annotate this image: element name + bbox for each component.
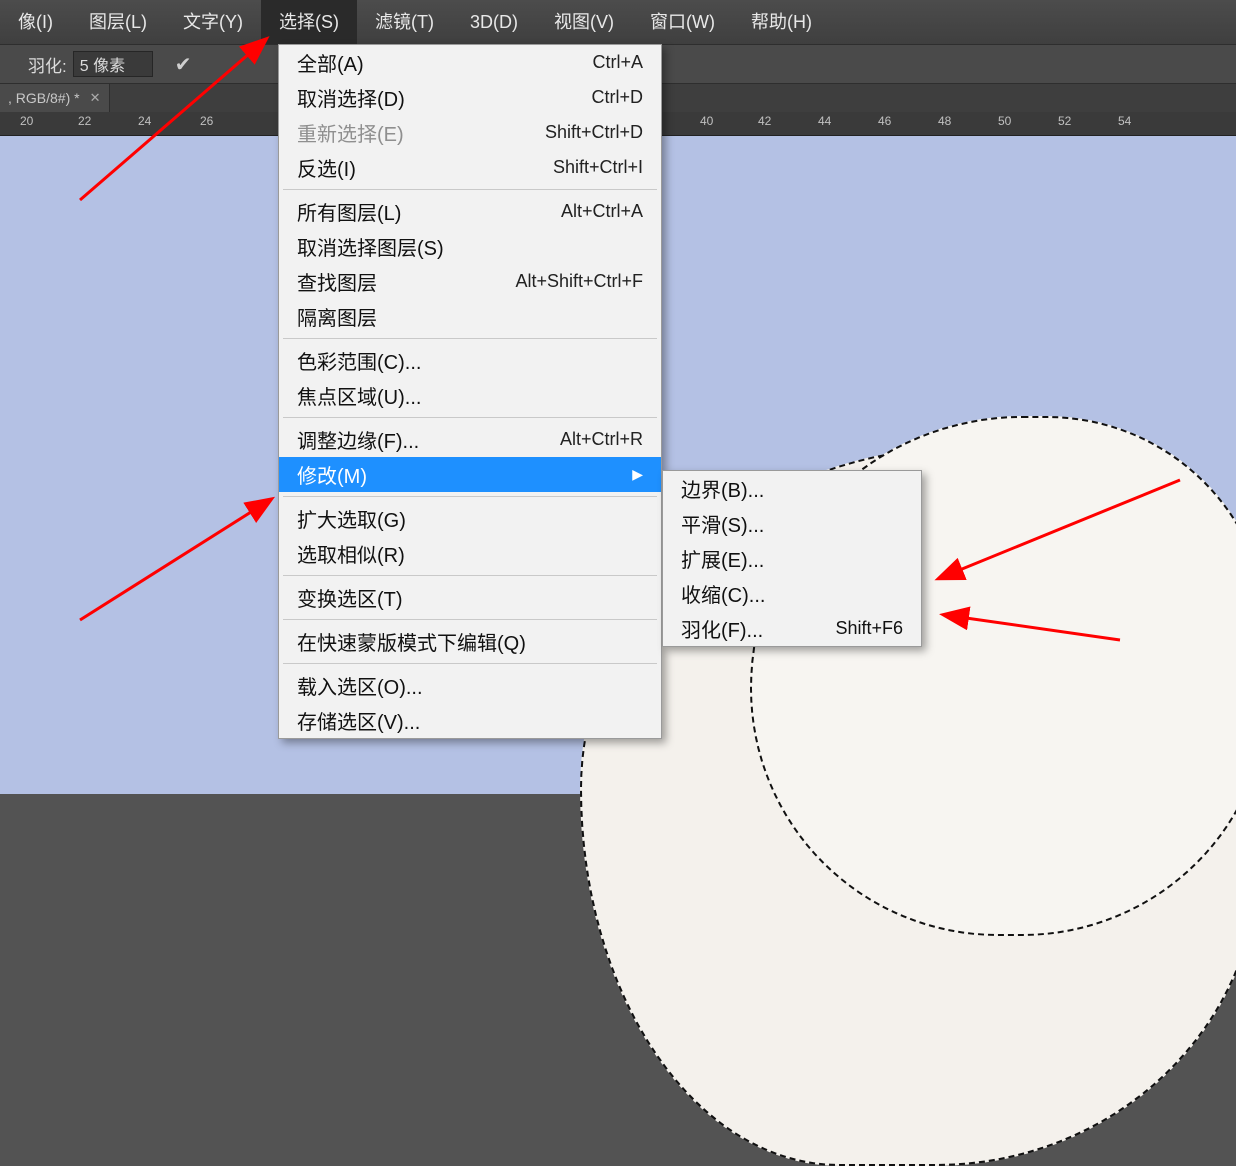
tab-title: , RGB/8#) * (8, 84, 80, 112)
menu-item[interactable]: 帮助(H) (733, 0, 830, 44)
menu-row[interactable]: 存储选区(V)... (279, 703, 661, 738)
submenu-row[interactable]: 平滑(S)... (663, 506, 921, 541)
submenu-row-label: 边界(B)... (681, 474, 764, 503)
submenu-arrow-icon: ▶ (632, 466, 643, 483)
menu-row[interactable]: 取消选择(D) Ctrl+D (279, 80, 661, 115)
menu-row[interactable]: 载入选区(O)... (279, 668, 661, 703)
ruler-tick: 40 (700, 114, 713, 128)
menu-row-shortcut: Ctrl+D (591, 87, 643, 108)
submenu-row[interactable]: 边界(B)... (663, 471, 921, 506)
ruler-tick: 46 (878, 114, 891, 128)
menu-row-label: 变换选区(T) (297, 583, 403, 612)
menu-row[interactable]: 色彩范围(C)... (279, 343, 661, 378)
menu-row[interactable]: 扩大选取(G) (279, 501, 661, 536)
menu-row-label: 在快速蒙版模式下编辑(Q) (297, 627, 526, 656)
menu-row-shortcut: Ctrl+A (592, 52, 643, 73)
menu-row-label: 修改(M) (297, 460, 367, 489)
ruler-tick: 50 (998, 114, 1011, 128)
menu-item[interactable]: 选择(S) (261, 0, 357, 44)
menu-item[interactable]: 视图(V) (536, 0, 632, 44)
modify-submenu: 边界(B)... 平滑(S)... 扩展(E)... 收缩(C)... 羽化(F)...… (662, 470, 922, 647)
menu-item[interactable]: 图层(L) (71, 0, 165, 44)
menu-row-label: 取消选择(D) (297, 83, 405, 112)
ruler-tick: 22 (78, 114, 91, 128)
menu-row: 重新选择(E) Shift+Ctrl+D (279, 115, 661, 150)
menu-row[interactable]: 反选(I) Shift+Ctrl+I (279, 150, 661, 185)
menu-row-label: 隔离图层 (297, 302, 377, 331)
menu-row[interactable]: 全部(A) Ctrl+A (279, 45, 661, 80)
menu-row[interactable]: 修改(M) ▶ (279, 457, 661, 492)
menu-row-shortcut: Shift+Ctrl+I (553, 157, 643, 178)
menu-row[interactable]: 调整边缘(F)... Alt+Ctrl+R (279, 422, 661, 457)
ruler-tick: 44 (818, 114, 831, 128)
menu-row-shortcut: Shift+Ctrl+D (545, 122, 643, 143)
menu-item[interactable]: 文字(Y) (165, 0, 261, 44)
menu-row-label: 调整边缘(F)... (297, 425, 419, 454)
menu-row-label: 焦点区域(U)... (297, 381, 421, 410)
menu-row[interactable]: 取消选择图层(S) (279, 229, 661, 264)
ruler-tick: 52 (1058, 114, 1071, 128)
submenu-row-shortcut: Shift+F6 (835, 618, 903, 639)
menu-row-label: 取消选择图层(S) (297, 232, 444, 261)
ruler-tick: 42 (758, 114, 771, 128)
menu-row[interactable]: 焦点区域(U)... (279, 378, 661, 413)
feather-label: 羽化: (28, 52, 67, 77)
menu-row-label: 所有图层(L) (297, 197, 401, 226)
menu-row[interactable]: 查找图层 Alt+Shift+Ctrl+F (279, 264, 661, 299)
submenu-row-label: 收缩(C)... (681, 579, 765, 608)
menu-row[interactable]: 在快速蒙版模式下编辑(Q) (279, 624, 661, 659)
ruler-tick: 48 (938, 114, 951, 128)
menu-row[interactable]: 所有图层(L) Alt+Ctrl+A (279, 194, 661, 229)
ruler-tick: 54 (1118, 114, 1131, 128)
close-icon[interactable]: ✕ (90, 84, 101, 112)
ruler-tick: 26 (200, 114, 213, 128)
menu-row-label: 查找图层 (297, 267, 377, 296)
submenu-row-label: 扩展(E)... (681, 544, 764, 573)
check-icon[interactable]: ✔ (175, 52, 192, 77)
menu-row[interactable]: 隔离图层 (279, 299, 661, 334)
menu-row-label: 存储选区(V)... (297, 706, 420, 735)
menu-row-label: 载入选区(O)... (297, 671, 423, 700)
menu-row-label: 选取相似(R) (297, 539, 405, 568)
menu-row-shortcut: Alt+Ctrl+A (561, 201, 643, 222)
menu-row[interactable]: 变换选区(T) (279, 580, 661, 615)
menu-row[interactable]: 选取相似(R) (279, 536, 661, 571)
menu-row-label: 色彩范围(C)... (297, 346, 421, 375)
menubar: 像(I)图层(L)文字(Y)选择(S)滤镜(T)3D(D)视图(V)窗口(W)帮… (0, 0, 1236, 44)
menu-row-label: 重新选择(E) (297, 118, 404, 147)
ruler-tick: 20 (20, 114, 33, 128)
submenu-row[interactable]: 扩展(E)... (663, 541, 921, 576)
submenu-row[interactable]: 羽化(F)... Shift+F6 (663, 611, 921, 646)
menu-row-shortcut: Alt+Shift+Ctrl+F (515, 271, 643, 292)
submenu-row-label: 羽化(F)... (681, 614, 763, 643)
menu-item[interactable]: 窗口(W) (632, 0, 733, 44)
menu-row-shortcut: Alt+Ctrl+R (560, 429, 643, 450)
menu-row-label: 扩大选取(G) (297, 504, 406, 533)
feather-input[interactable] (73, 51, 153, 77)
menu-item[interactable]: 像(I) (0, 0, 71, 44)
menu-item[interactable]: 滤镜(T) (357, 0, 452, 44)
menu-row-label: 全部(A) (297, 48, 364, 77)
select-menu-dropdown: 全部(A) Ctrl+A 取消选择(D) Ctrl+D 重新选择(E) Shift+Ctr… (278, 44, 662, 739)
menu-row-label: 反选(I) (297, 153, 356, 182)
submenu-row[interactable]: 收缩(C)... (663, 576, 921, 611)
ruler-tick: 24 (138, 114, 151, 128)
submenu-row-label: 平滑(S)... (681, 509, 764, 538)
document-tab[interactable]: , RGB/8#) * ✕ (0, 84, 110, 112)
menu-item[interactable]: 3D(D) (452, 0, 536, 44)
